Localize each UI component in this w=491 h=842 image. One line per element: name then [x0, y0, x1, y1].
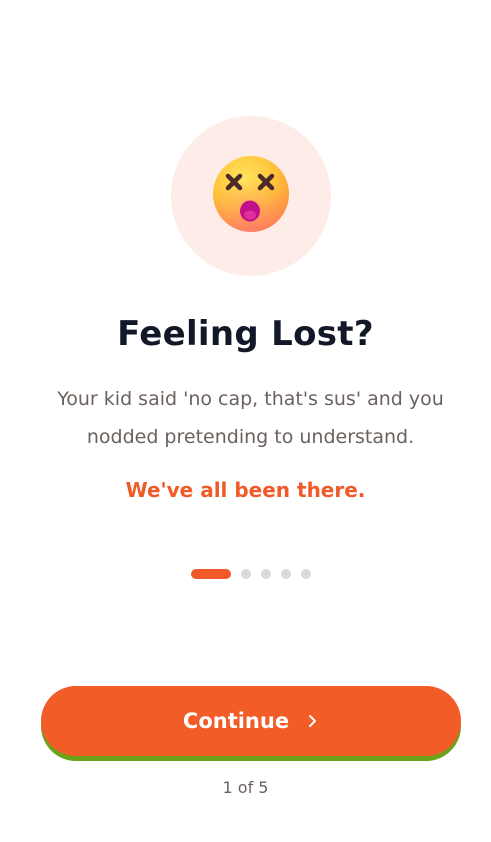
- description-text: Your kid said 'no cap, that's sus' and y…: [57, 388, 444, 448]
- pagination-dot-active: [191, 569, 231, 579]
- continue-label: Continue: [182, 709, 290, 733]
- pagination-dot: [241, 569, 251, 579]
- chevron-right-icon: [309, 715, 317, 727]
- pagination-dots: [191, 569, 311, 579]
- page-title: Feeling Lost?: [117, 314, 374, 354]
- dizzy-face-emoji-icon: [213, 156, 289, 232]
- pagination-dot: [301, 569, 311, 579]
- continue-button[interactable]: Continue: [41, 686, 461, 756]
- onboarding-screen: Feeling Lost? Your kid said 'no cap, tha…: [0, 0, 491, 842]
- pagination-dot: [261, 569, 271, 579]
- pagination-dot: [281, 569, 291, 579]
- step-indicator: 1 of 5: [222, 778, 269, 797]
- highlight-text: We've all been there.: [125, 478, 366, 502]
- hero-illustration: [171, 116, 331, 276]
